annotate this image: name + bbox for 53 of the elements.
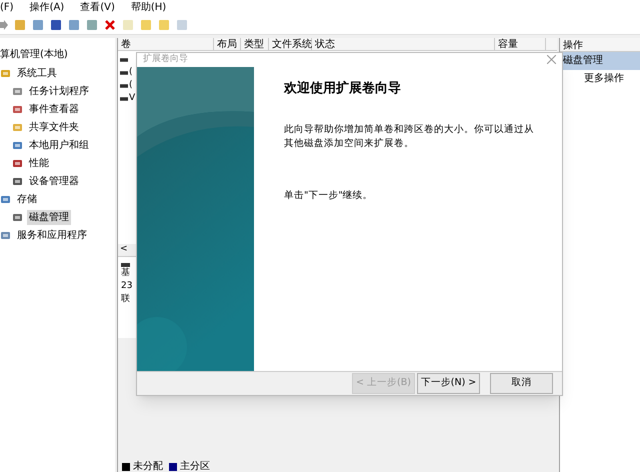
actions-header: 操作 <box>560 38 640 52</box>
tree-item[interactable]: 任务计划程序 <box>27 84 91 98</box>
column-header[interactable]: 文件系统 <box>269 38 312 50</box>
legend-label: 主分区 <box>180 461 210 472</box>
volume-icon <box>120 96 128 100</box>
wizard-button[interactable]: 取消 <box>490 372 553 394</box>
tree-item[interactable]: 设备管理器 <box>27 174 81 188</box>
column-header[interactable]: 状态 <box>312 38 495 50</box>
tree-item[interactable]: 系统工具 <box>15 66 59 80</box>
tree-node-icon <box>12 176 23 186</box>
column-header[interactable]: 类型 <box>241 38 269 50</box>
scroll-left-button[interactable]: < <box>118 243 130 257</box>
dialog-text: 单击"下一步"继续。 <box>284 189 374 203</box>
forward-arrow-icon[interactable] <box>0 20 8 30</box>
tree-item[interactable]: 算机管理(本地) <box>0 49 68 60</box>
tree-node-icon <box>12 104 23 114</box>
tree-node-icon <box>12 212 23 222</box>
tree-node-icon <box>12 122 23 132</box>
disk-label: 基 <box>121 267 130 280</box>
close-icon[interactable] <box>547 55 556 64</box>
column-header[interactable]: 卷 <box>118 38 214 50</box>
action-item[interactable]: 更多操作 <box>560 70 640 88</box>
column-header[interactable]: 布局 <box>214 38 241 50</box>
action-item[interactable]: 磁盘管理 <box>560 52 640 70</box>
disk-label: 23 <box>121 280 132 293</box>
dialog-text: 此向导帮助你增加简单卷和跨区卷的大小。你可以通过从其他磁盘添加空间来扩展卷。 <box>284 123 535 151</box>
tree-item[interactable]: 共享文件夹 <box>27 120 81 134</box>
legend-label: 未分配 <box>133 461 163 472</box>
delete-icon[interactable] <box>104 18 116 30</box>
tree-item[interactable]: 本地用户和组 <box>27 138 91 152</box>
tree-item[interactable]: 存储 <box>15 192 39 206</box>
tree-item[interactable]: 性能 <box>27 156 51 170</box>
table-cell-text: ( <box>129 78 133 92</box>
tree-item[interactable]: 磁盘管理 <box>27 210 71 224</box>
table-cell-text: V <box>129 92 136 105</box>
dialog-heading: 欢迎使用扩展卷向导 <box>284 80 402 98</box>
wizard-button[interactable]: 下一步(N) > <box>417 372 480 394</box>
column-header[interactable]: 容量 <box>495 38 546 50</box>
table-cell-text: ( <box>129 66 133 79</box>
volume-icon <box>120 58 128 62</box>
dialog-title: 扩展卷向导 <box>143 53 188 66</box>
tree-node-icon <box>12 86 23 96</box>
menu-item[interactable]: 帮助(H) <box>130 0 166 15</box>
volume-icon <box>120 70 128 74</box>
menu-item[interactable]: 查看(V) <box>80 0 115 15</box>
tree-item[interactable]: 服务和应用程序 <box>15 228 89 242</box>
tree-node-icon <box>12 158 23 168</box>
disk-label: 联 <box>121 293 130 306</box>
volume-icon <box>120 84 128 88</box>
menu-item[interactable]: (F) <box>0 0 14 15</box>
tree-node-icon <box>12 140 23 150</box>
menu-item[interactable]: 操作(A) <box>30 0 64 15</box>
tree-item[interactable]: 事件查看器 <box>27 102 81 116</box>
